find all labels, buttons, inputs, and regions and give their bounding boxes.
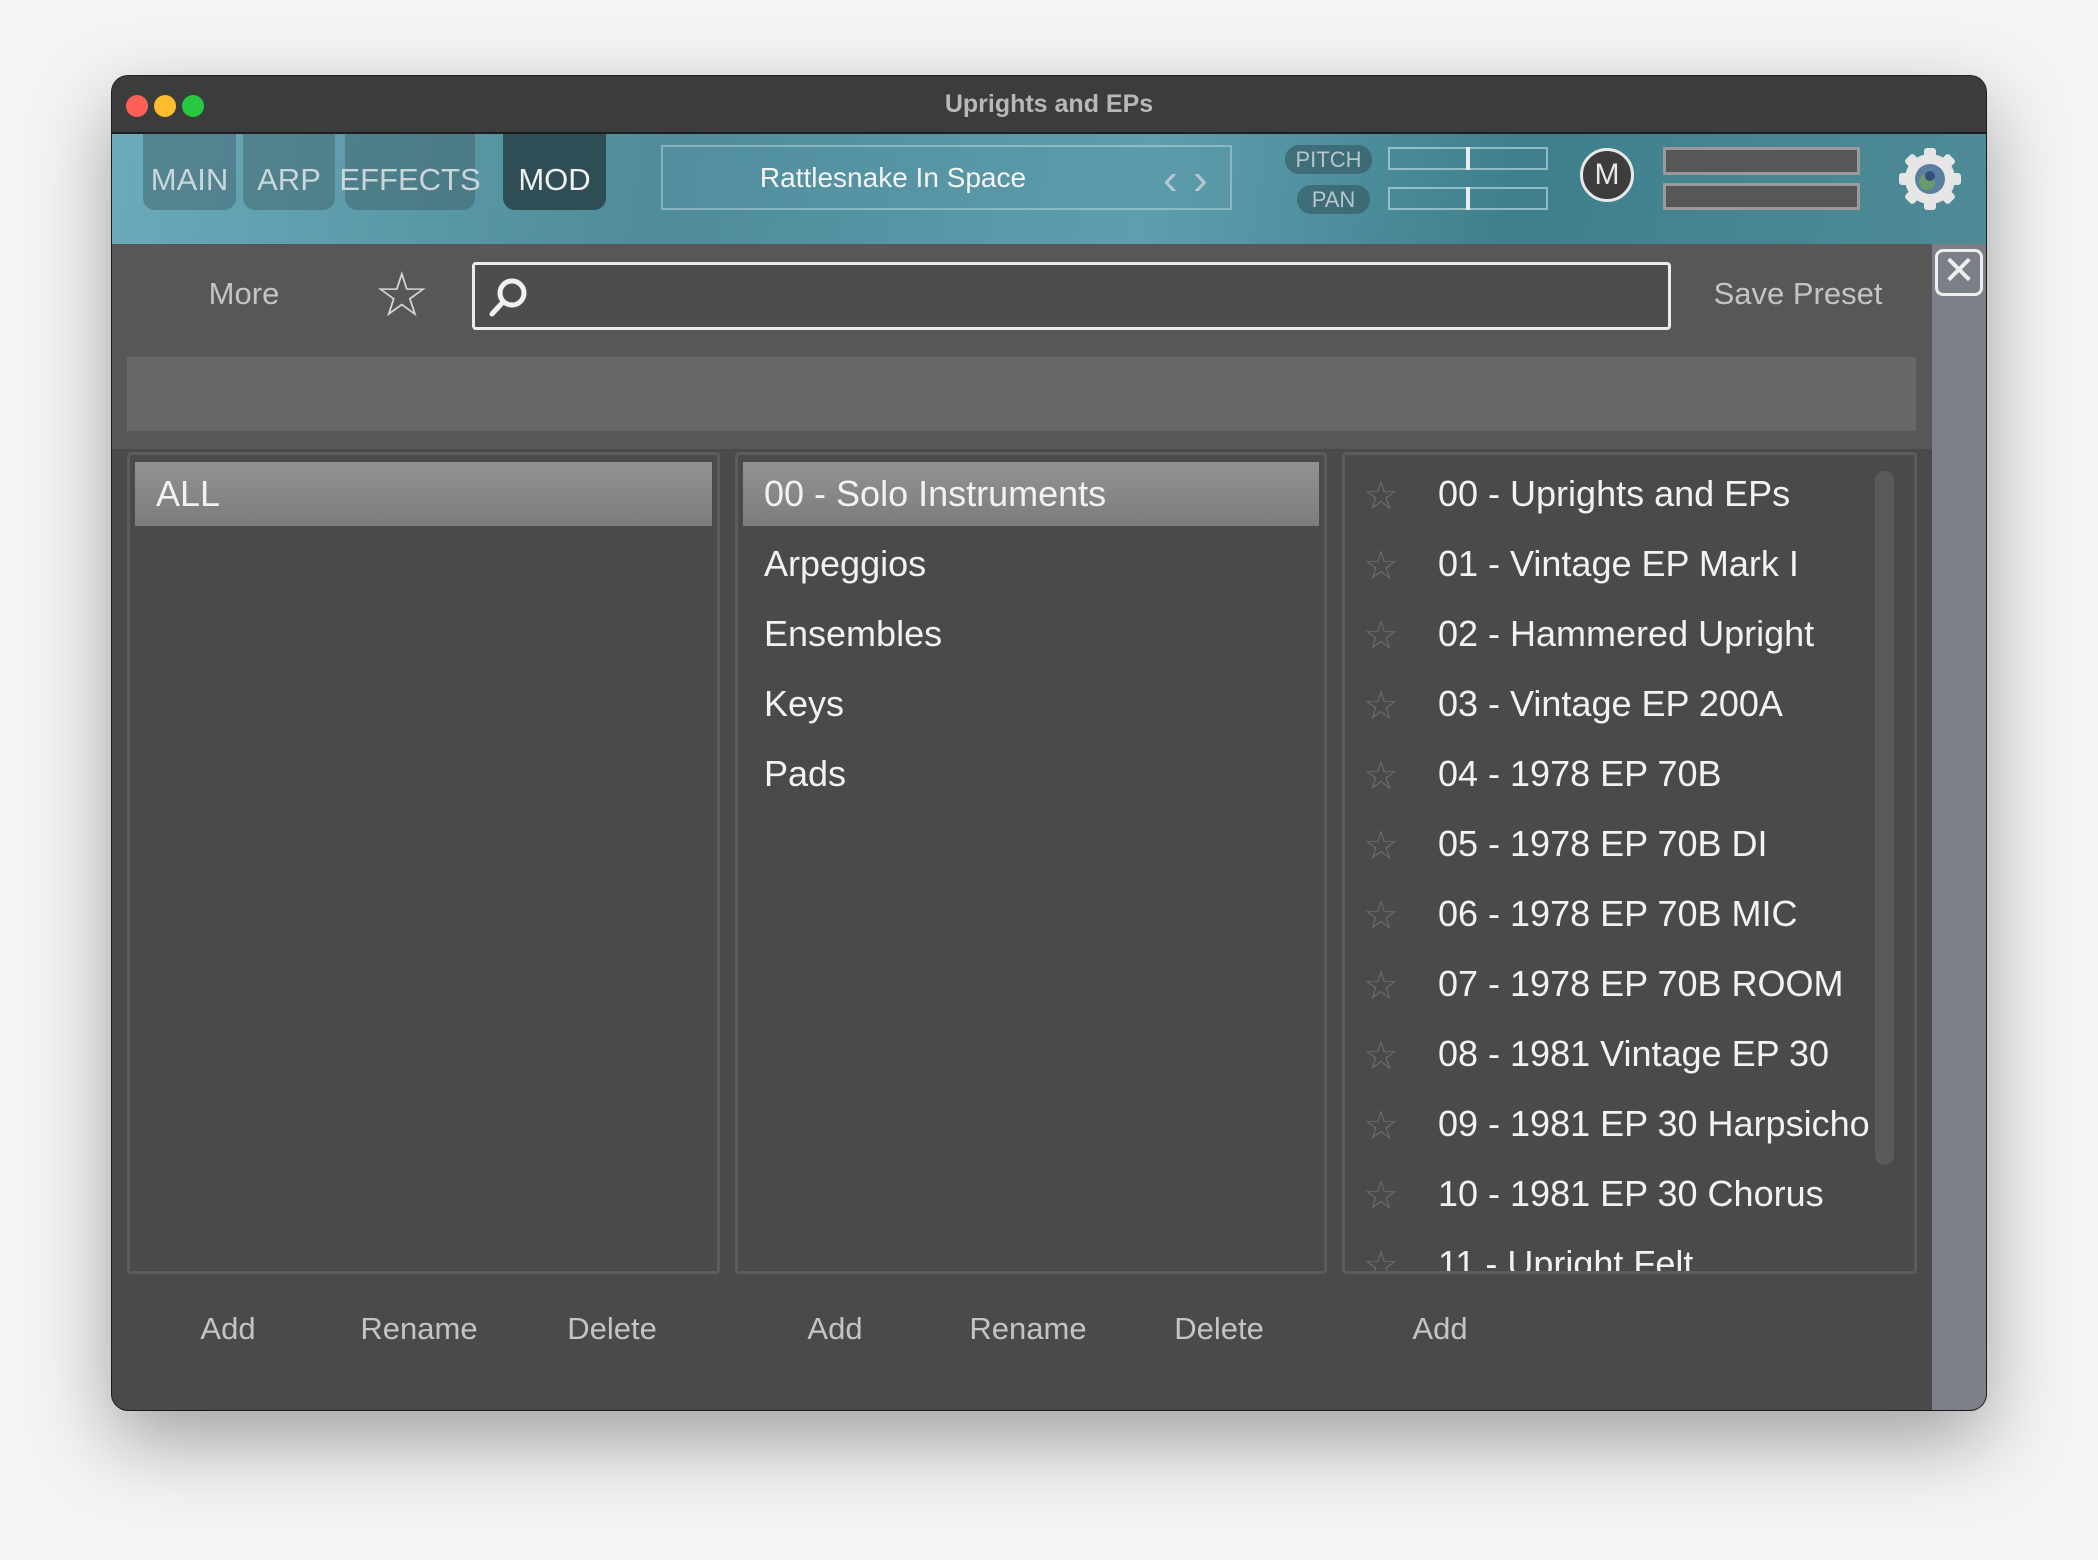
preset-name: 05 - 1978 EP 70B DI bbox=[1438, 823, 1768, 864]
preset-row[interactable]: ☆ 11 - Upright Felt bbox=[1345, 1232, 1909, 1274]
category-list[interactable]: 00 - Solo Instruments Arpeggios Ensembles K… bbox=[735, 452, 1327, 1274]
preset-name: 08 - 1981 Vintage EP 30 bbox=[1438, 1033, 1829, 1074]
bank-delete-button[interactable]: Delete bbox=[567, 1311, 657, 1347]
preset-row[interactable]: ☆ 07 - 1978 EP 70B ROOM bbox=[1345, 952, 1909, 1016]
mono-button[interactable]: M bbox=[1580, 148, 1634, 202]
preset-row[interactable]: ☆ 02 - Hammered Upright bbox=[1345, 602, 1909, 666]
bank-add-button[interactable]: Add bbox=[200, 1311, 255, 1347]
search-icon bbox=[489, 278, 527, 317]
list-item[interactable]: Ensembles bbox=[743, 602, 1319, 666]
level-meter-left bbox=[1663, 147, 1860, 175]
favorite-star-icon[interactable]: ☆ bbox=[1363, 1164, 1399, 1228]
tab-mod[interactable]: MOD bbox=[503, 134, 606, 210]
pitch-slider[interactable] bbox=[1388, 147, 1548, 170]
pan-slider-handle[interactable] bbox=[1466, 187, 1470, 210]
favorites-filter-star-icon[interactable]: ☆ bbox=[374, 262, 430, 330]
info-bar bbox=[127, 357, 1916, 431]
category-delete-button[interactable]: Delete bbox=[1174, 1311, 1264, 1347]
preset-name: Rattlesnake In Space bbox=[759, 162, 1027, 193]
tab-arp[interactable]: ARP bbox=[243, 134, 335, 210]
save-preset-button[interactable]: Save Preset bbox=[1714, 276, 1883, 312]
preset-row[interactable]: ☆ 05 - 1978 EP 70B DI bbox=[1345, 812, 1909, 876]
preset-row[interactable]: ☆ 09 - 1981 EP 30 Harpsicho bbox=[1345, 1092, 1909, 1156]
preset-add-button[interactable]: Add bbox=[1412, 1311, 1467, 1347]
list-item[interactable]: 00 - Solo Instruments bbox=[743, 462, 1319, 526]
favorite-star-icon[interactable]: ☆ bbox=[1363, 954, 1399, 1018]
chevron-left-icon[interactable]: ‹ bbox=[1163, 155, 1178, 205]
preset-name: 06 - 1978 EP 70B MIC bbox=[1438, 893, 1798, 934]
preset-name: 01 - Vintage EP Mark I bbox=[1438, 543, 1799, 584]
preset-list[interactable]: ☆ 00 - Uprights and EPs ☆ 01 - Vintage EP M… bbox=[1342, 452, 1917, 1274]
favorite-star-icon[interactable]: ☆ bbox=[1363, 744, 1399, 808]
plugin-window: Uprights and EPs MAIN ARP EFFECTS MOD Ra… bbox=[112, 76, 1986, 1410]
favorite-star-icon[interactable]: ☆ bbox=[1363, 1094, 1399, 1158]
title-bar: Uprights and EPs bbox=[112, 76, 1986, 134]
list-item[interactable]: ALL bbox=[135, 462, 712, 526]
preset-row[interactable]: ☆ 04 - 1978 EP 70B bbox=[1345, 742, 1909, 806]
pan-label: PAN bbox=[1297, 185, 1370, 214]
favorite-star-icon[interactable]: ☆ bbox=[1363, 674, 1399, 738]
preset-name: 00 - Uprights and EPs bbox=[1438, 473, 1791, 514]
preset-name: 07 - 1978 EP 70B ROOM bbox=[1438, 963, 1844, 1004]
gear-icon[interactable] bbox=[1897, 146, 1963, 212]
favorite-star-icon[interactable]: ☆ bbox=[1363, 464, 1399, 528]
side-strip bbox=[1932, 244, 1986, 1410]
category-add-button[interactable]: Add bbox=[807, 1311, 862, 1347]
favorite-star-icon[interactable]: ☆ bbox=[1363, 1024, 1399, 1088]
preset-row[interactable]: ☆ 01 - Vintage EP Mark I bbox=[1345, 532, 1909, 596]
preset-row[interactable]: ☆ 10 - 1981 EP 30 Chorus bbox=[1345, 1162, 1909, 1226]
favorite-star-icon[interactable]: ☆ bbox=[1363, 884, 1399, 948]
preset-name: 02 - Hammered Upright bbox=[1438, 613, 1815, 654]
list-item[interactable]: Arpeggios bbox=[743, 532, 1319, 596]
preset-name: 03 - Vintage EP 200A bbox=[1438, 683, 1783, 724]
more-button[interactable]: More bbox=[209, 276, 280, 312]
tab-main[interactable]: MAIN bbox=[143, 134, 236, 210]
window-title: Uprights and EPs bbox=[944, 90, 1154, 118]
category-rename-button[interactable]: Rename bbox=[969, 1311, 1086, 1347]
list-item[interactable]: Pads bbox=[743, 742, 1319, 806]
bank-list[interactable]: ALL bbox=[127, 452, 720, 1274]
preset-selector[interactable]: Rattlesnake In Space ‹ › bbox=[661, 145, 1232, 210]
chevron-right-icon[interactable]: › bbox=[1193, 155, 1208, 205]
pitch-label: PITCH bbox=[1285, 145, 1372, 174]
preset-name: 04 - 1978 EP 70B bbox=[1438, 753, 1722, 794]
favorite-star-icon[interactable]: ☆ bbox=[1363, 1234, 1399, 1271]
header-bar: MAIN ARP EFFECTS MOD Rattlesnake In Spac… bbox=[112, 134, 1986, 244]
pitch-slider-handle[interactable] bbox=[1466, 147, 1470, 170]
tab-effects[interactable]: EFFECTS bbox=[339, 134, 481, 210]
close-icon[interactable]: ✕ bbox=[1935, 249, 1983, 296]
preset-row[interactable]: ☆ 08 - 1981 Vintage EP 30 bbox=[1345, 1022, 1909, 1086]
favorite-star-icon[interactable]: ☆ bbox=[1363, 604, 1399, 668]
bank-rename-button[interactable]: Rename bbox=[360, 1311, 477, 1347]
preset-name: 10 - 1981 EP 30 Chorus bbox=[1438, 1173, 1824, 1214]
preset-row[interactable]: ☆ 03 - Vintage EP 200A bbox=[1345, 672, 1909, 736]
level-meter-right bbox=[1663, 183, 1860, 210]
preset-row[interactable]: ☆ 00 - Uprights and EPs bbox=[1345, 462, 1909, 526]
pan-slider[interactable] bbox=[1388, 187, 1548, 210]
preset-name: 11 - Upright Felt bbox=[1438, 1243, 1694, 1274]
preset-name: 09 - 1981 EP 30 Harpsicho bbox=[1438, 1103, 1870, 1144]
favorite-star-icon[interactable]: ☆ bbox=[1363, 814, 1399, 878]
search-input[interactable] bbox=[472, 262, 1671, 330]
list-item[interactable]: Keys bbox=[743, 672, 1319, 736]
preset-row[interactable]: ☆ 06 - 1978 EP 70B MIC bbox=[1345, 882, 1909, 946]
favorite-star-icon[interactable]: ☆ bbox=[1363, 534, 1399, 598]
